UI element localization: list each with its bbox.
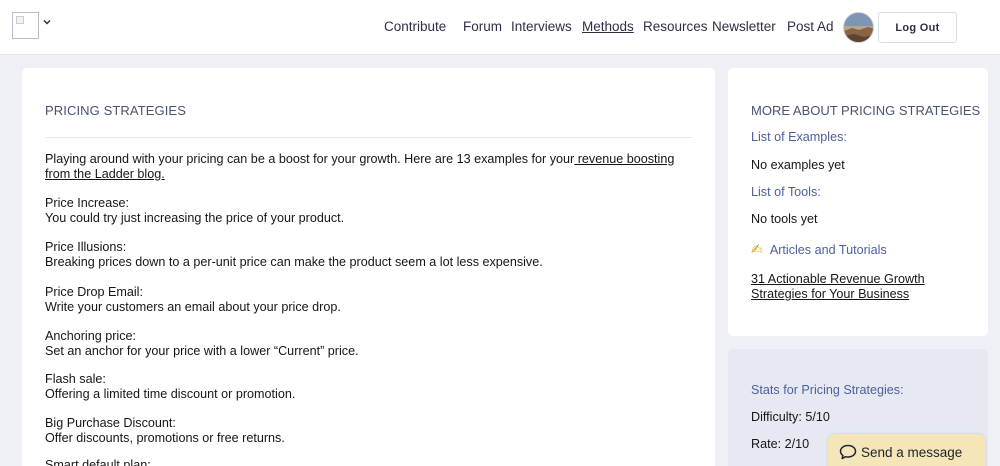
nav-interviews[interactable]: Interviews: [511, 18, 572, 36]
stats-title: Stats for Pricing Strategies:: [751, 383, 904, 397]
nav-newsletter[interactable]: Newsletter: [712, 18, 776, 36]
writing-hand-icon: ✍: [751, 241, 763, 257]
send-message-button[interactable]: Send a message: [828, 434, 985, 466]
strategy-description: Offering a limited time discount or prom…: [45, 387, 296, 401]
rate-value: Rate: 2/10: [751, 437, 810, 451]
strategy-name: Anchoring price:: [45, 329, 137, 343]
title-divider: [45, 137, 692, 138]
strategy-description: Offer discounts, promotions or free retu…: [45, 431, 285, 445]
content-card: PRICING STRATEGIES Playing around with y…: [22, 68, 715, 466]
tools-value: No tools yet: [751, 212, 818, 226]
user-avatar[interactable]: [843, 12, 874, 43]
nav-resources[interactable]: Resources: [643, 18, 708, 36]
strategy-name: Price Drop Email:: [45, 285, 143, 299]
strategy-name: Big Purchase Discount:: [45, 416, 176, 430]
articles-label: Articles and Tutorials: [769, 243, 887, 257]
strategy-item: Big Purchase Discount: Offer discounts, …: [45, 416, 695, 446]
intro-paragraph: Playing around with your pricing can be …: [45, 152, 695, 181]
top-navigation-bar: Contribute Forum Interviews Methods Reso…: [0, 0, 1000, 55]
strategy-item: Flash sale: Offering a limited time disc…: [45, 372, 695, 402]
strategy-description: You could try just increasing the price …: [45, 211, 345, 225]
tools-label: List of Tools:: [751, 185, 821, 199]
strategy-item: Price Increase: You could try just incre…: [45, 196, 695, 226]
strategy-item: Anchoring price: Set an anchor for your …: [45, 329, 695, 359]
nav-contribute[interactable]: Contribute: [384, 18, 446, 36]
send-message-label: Send a message: [861, 444, 963, 460]
strategy-name: Price Illusions:: [45, 240, 127, 254]
page-title: PRICING STRATEGIES: [45, 103, 186, 118]
strategy-item: Smart default plan:: [45, 458, 695, 466]
intro-text: Playing around with your pricing can be …: [45, 152, 575, 166]
strategy-description: Set an anchor for your price with a lowe…: [45, 344, 359, 358]
strategy-description: Write your customers an email about your…: [45, 300, 341, 314]
article-link[interactable]: 31 Actionable Revenue Growth Strategies …: [751, 272, 971, 302]
strategy-description: Breaking prices down to a per-unit price…: [45, 255, 543, 269]
chat-bubble-icon: [839, 444, 857, 460]
strategy-name: Price Increase:: [45, 196, 129, 210]
nav-forum[interactable]: Forum: [463, 18, 502, 36]
strategy-item: Price Illusions: Breaking prices down to…: [45, 240, 695, 270]
nav-post-ad[interactable]: Post Ad: [787, 18, 834, 36]
examples-value: No examples yet: [751, 158, 845, 172]
logout-button[interactable]: Log Out: [878, 12, 957, 43]
related-info-card: MORE ABOUT PRICING STRATEGIES List of Ex…: [728, 68, 988, 336]
examples-label: List of Examples:: [751, 130, 847, 144]
strategy-item: Price Drop Email: Write your customers a…: [45, 285, 695, 315]
difficulty-value: Difficulty: 5/10: [751, 410, 830, 424]
articles-heading: ✍ Articles and Tutorials: [751, 241, 887, 258]
sidebar-title: MORE ABOUT PRICING STRATEGIES: [751, 103, 981, 118]
strategy-name: Flash sale:: [45, 372, 106, 386]
strategy-name: Smart default plan:: [45, 458, 151, 466]
nav-methods[interactable]: Methods: [582, 18, 634, 36]
